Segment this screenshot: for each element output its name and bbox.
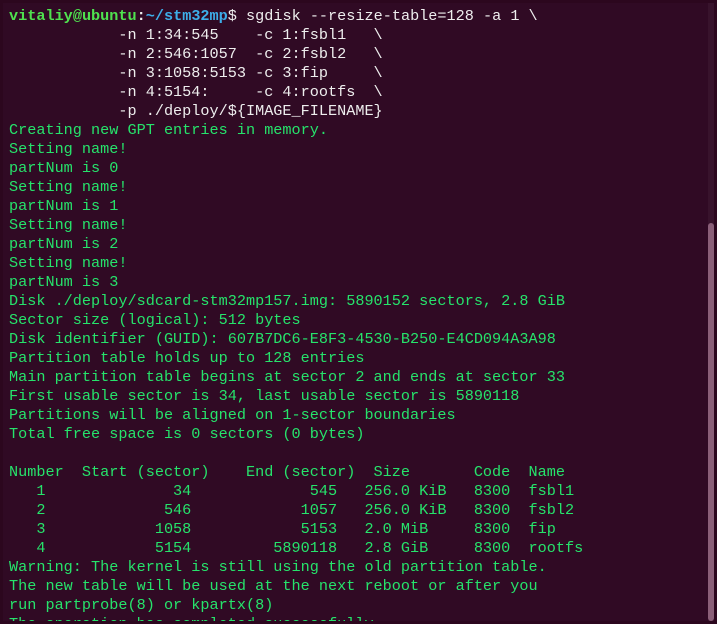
- prompt-at: @: [73, 7, 82, 25]
- terminal-window[interactable]: vitaliy@ubuntu:~/stm32mp$ sgdisk --resiz…: [3, 3, 714, 621]
- output-line: Creating new GPT entries in memory.: [9, 121, 328, 139]
- terminal-output: vitaliy@ubuntu:~/stm32mp$ sgdisk --resiz…: [3, 3, 714, 621]
- table-header: Number Start (sector) End (sector) Size …: [9, 463, 565, 481]
- output-line: Setting name!: [9, 216, 127, 234]
- prompt-path: ~/stm32mp: [146, 7, 228, 25]
- output-line: partNum is 0: [9, 159, 118, 177]
- table-row: 1 34 545 256.0 KiB 8300 fsbl1: [9, 482, 574, 500]
- command-line-1: sgdisk --resize-table=128 -a 1 \: [246, 7, 538, 25]
- output-line: Setting name!: [9, 140, 127, 158]
- output-line: Setting name!: [9, 178, 127, 196]
- command-line-6: -p ./deploy/${IMAGE_FILENAME}: [9, 102, 383, 120]
- output-line: partNum is 2: [9, 235, 118, 253]
- output-line: run partprobe(8) or kpartx(8): [9, 596, 273, 614]
- prompt-user: vitaliy: [9, 7, 73, 25]
- output-line: First usable sector is 34, last usable s…: [9, 387, 519, 405]
- output-line: Main partition table begins at sector 2 …: [9, 368, 565, 386]
- command-line-5: -n 4:5154: -c 4:rootfs \: [9, 83, 383, 101]
- output-line: Disk ./deploy/sdcard-stm32mp157.img: 589…: [9, 292, 565, 310]
- scrollbar-thumb[interactable]: [708, 223, 714, 621]
- command-line-3: -n 2:546:1057 -c 2:fsbl2 \: [9, 45, 383, 63]
- output-line: Disk identifier (GUID): 607B7DC6-E8F3-45…: [9, 330, 556, 348]
- command-line-2: -n 1:34:545 -c 1:fsbl1 \: [9, 26, 383, 44]
- output-line: Total free space is 0 sectors (0 bytes): [9, 425, 364, 443]
- prompt-host: ubuntu: [82, 7, 137, 25]
- table-row: 2 546 1057 256.0 KiB 8300 fsbl2: [9, 501, 574, 519]
- table-row: 3 1058 5153 2.0 MiB 8300 fip: [9, 520, 556, 538]
- output-line: Setting name!: [9, 254, 127, 272]
- prompt-dollar: $: [228, 7, 246, 25]
- output-line: partNum is 3: [9, 273, 118, 291]
- output-line: Sector size (logical): 512 bytes: [9, 311, 301, 329]
- output-line: Warning: The kernel is still using the o…: [9, 558, 547, 576]
- output-line: Partition table holds up to 128 entries: [9, 349, 364, 367]
- output-line: Partitions will be aligned on 1-sector b…: [9, 406, 456, 424]
- prompt-colon: :: [137, 7, 146, 25]
- output-line: partNum is 1: [9, 197, 118, 215]
- scrollbar-track[interactable]: [708, 3, 714, 621]
- command-line-4: -n 3:1058:5153 -c 3:fip \: [9, 64, 383, 82]
- table-row: 4 5154 5890118 2.8 GiB 8300 rootfs: [9, 539, 583, 557]
- output-line: The operation has completed successfully…: [9, 615, 383, 621]
- output-line: The new table will be used at the next r…: [9, 577, 538, 595]
